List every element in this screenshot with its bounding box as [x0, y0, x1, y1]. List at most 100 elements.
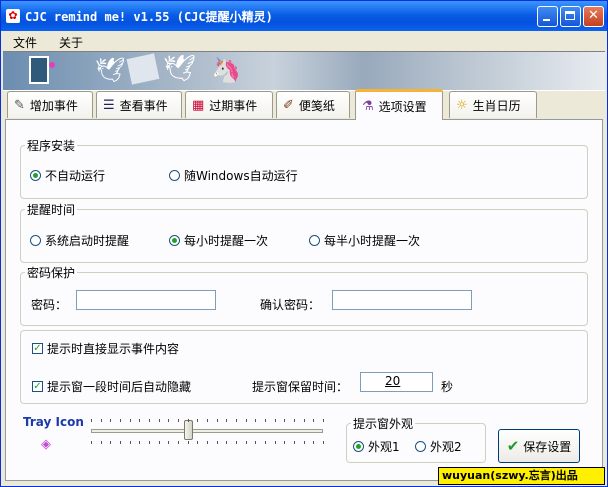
appearance-legend: 提示窗外观	[353, 417, 414, 431]
keep-time-input[interactable]: 20	[360, 372, 433, 392]
close-button[interactable]: ✕	[583, 6, 604, 27]
tray-icon-label: Tray Icon	[23, 415, 84, 429]
slider-tick	[303, 419, 305, 422]
close-icon: ✕	[588, 8, 599, 23]
tab-settings[interactable]: ⚗ 选项设置	[355, 89, 443, 120]
slider-tick	[274, 441, 276, 444]
radio-remind-half-hourly[interactable]: 每半小时提醒一次	[309, 232, 420, 249]
app-window: ✿ CJC remind me! v1.55 (CJC提醒小精灵) ✕ 文件 关…	[0, 0, 608, 487]
radio-windows-autorun[interactable]: 随Windows自动运行	[169, 167, 298, 184]
radio-label: 不自动运行	[45, 169, 106, 183]
slider-tick	[207, 441, 208, 444]
slider-tick	[226, 441, 228, 444]
confirm-password-field[interactable]	[332, 290, 472, 310]
radio-indicator	[353, 441, 364, 452]
door-icon	[29, 56, 49, 84]
app-icon: ✿	[6, 9, 20, 23]
menu-about[interactable]: 关于	[59, 34, 83, 51]
slider-tick	[255, 419, 257, 422]
slider-tick	[178, 441, 179, 444]
settings-icon: ⚗	[362, 98, 374, 114]
radio-label: 随Windows自动运行	[184, 169, 298, 183]
slider-tick	[284, 419, 286, 422]
tab-add-event[interactable]: ✎ 增加事件	[7, 91, 93, 118]
radio-label: 每小时提醒一次	[184, 234, 269, 248]
radio-remind-on-startup[interactable]: 系统启动时提醒	[30, 232, 129, 249]
slider-tick	[129, 419, 131, 422]
radio-indicator	[30, 235, 41, 246]
install-legend: 程序安装	[27, 139, 76, 153]
tab-label: 过期事件	[209, 98, 258, 113]
checkbox-label: 提示时直接显示事件内容	[47, 342, 180, 356]
slider-tick	[139, 419, 141, 422]
save-settings-button[interactable]: ✔ 保存设置	[498, 429, 580, 463]
minimize-icon	[543, 19, 550, 21]
slider-tick	[100, 419, 102, 422]
slider-tick	[294, 441, 295, 444]
password-field[interactable]	[76, 290, 216, 310]
slider-tick	[139, 441, 141, 444]
slider-tick	[168, 419, 170, 422]
tab-zodiac-calendar[interactable]: ☼ 生肖日历	[449, 91, 537, 118]
slider-track	[91, 429, 323, 433]
tray-preview-icon: ◈	[41, 437, 51, 452]
slider-tick	[245, 441, 247, 444]
remind-time-legend: 提醒时间	[27, 203, 76, 217]
tab-notes[interactable]: ✐ 便笺纸	[276, 91, 350, 118]
checkmark-icon: ✔	[506, 437, 520, 455]
doorknob-icon	[49, 62, 55, 68]
slider-tick	[187, 419, 189, 422]
checkbox-auto-hide[interactable]: ✓ 提示窗一段时间后自动隐藏	[32, 378, 191, 395]
maximize-button[interactable]	[560, 6, 581, 27]
slider-tick	[236, 441, 237, 444]
menu-bar: 文件 关于	[1, 31, 607, 51]
radio-no-autorun[interactable]: 不自动运行	[30, 167, 105, 184]
slider-tick	[236, 419, 237, 422]
keep-time-unit: 秒	[441, 380, 454, 394]
keep-time-label: 提示窗保留时间：	[252, 380, 349, 394]
slider-tick	[197, 419, 199, 422]
slider-tick	[110, 419, 112, 422]
slider-tick	[178, 419, 179, 422]
tray-icon-slider[interactable]	[87, 417, 327, 447]
minimize-button[interactable]	[537, 6, 558, 27]
slider-tick	[313, 419, 315, 422]
checkbox-show-content[interactable]: ✓ 提示时直接显示事件内容	[32, 340, 179, 357]
slider-tick	[149, 441, 150, 444]
radio-appearance-1[interactable]: 外观1	[353, 438, 400, 455]
password-label: 密码：	[31, 298, 68, 312]
slider-tick	[149, 419, 150, 422]
calendar-icon: ▦	[192, 97, 205, 113]
radio-indicator	[30, 170, 41, 181]
slider-tick	[274, 419, 276, 422]
slider-tick	[91, 419, 92, 422]
slider-tick	[294, 419, 295, 422]
check-icon: ✓	[32, 343, 43, 354]
save-button-label: 保存设置	[523, 439, 572, 454]
tab-label: 增加事件	[29, 98, 78, 113]
dove-icon: 🕊	[95, 56, 126, 84]
slider-tick	[120, 441, 121, 444]
tab-strip: ✎ 增加事件 ☰ 查看事件 ▦ 过期事件 ✐ 便笺纸 ⚗ 选项设置 ☼ 生肖日历	[3, 89, 605, 120]
radio-remind-hourly[interactable]: 每小时提醒一次	[169, 232, 268, 249]
pencil-icon: ✎	[14, 97, 25, 113]
slider-tick	[313, 441, 315, 444]
radio-indicator	[415, 441, 426, 452]
password-legend: 密码保护	[27, 266, 76, 280]
slider-tick	[168, 441, 170, 444]
install-group: 程序安装	[20, 137, 588, 199]
tab-expired-events[interactable]: ▦ 过期事件	[185, 91, 273, 118]
slider-thumb[interactable]	[184, 420, 194, 440]
menu-file[interactable]: 文件	[13, 34, 37, 51]
maximize-icon	[565, 11, 575, 20]
slider-tick	[265, 441, 266, 444]
paper-icon	[126, 53, 160, 85]
radio-appearance-2[interactable]: 外观2	[415, 438, 462, 455]
tab-view-events[interactable]: ☰ 查看事件	[96, 91, 182, 118]
slider-tick	[187, 441, 189, 444]
slider-tick	[255, 441, 257, 444]
slider-tick	[216, 419, 218, 422]
tab-label: 便笺纸	[298, 98, 335, 113]
slider-tick	[226, 419, 228, 422]
title-bar[interactable]: ✿ CJC remind me! v1.55 (CJC提醒小精灵) ✕	[1, 1, 607, 31]
